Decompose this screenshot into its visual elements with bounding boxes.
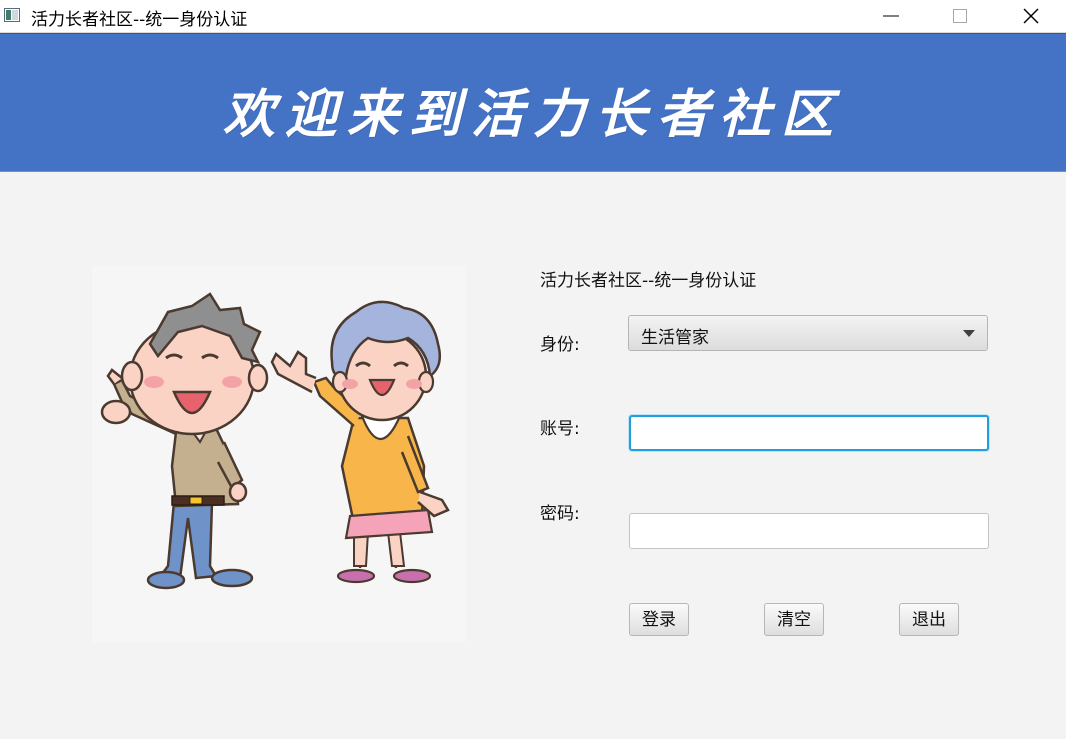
elderly-couple-illustration xyxy=(92,266,466,642)
account-input[interactable] xyxy=(629,415,989,451)
maximize-button[interactable] xyxy=(937,0,983,32)
identity-label: 身份: xyxy=(540,335,580,355)
welcome-banner: 欢迎来到活力长者社区 xyxy=(0,33,1066,172)
title-bar: 活力长者社区--统一身份认证 xyxy=(0,0,1066,33)
elderly-couple-icon xyxy=(100,292,450,590)
maximize-icon xyxy=(953,9,967,23)
banner-title: 欢迎来到活力长者社区 xyxy=(222,84,843,145)
identity-select-value: 生活管家 xyxy=(641,328,709,348)
chevron-down-icon xyxy=(963,330,975,337)
close-button[interactable] xyxy=(1008,0,1054,32)
minimize-button[interactable] xyxy=(868,0,914,32)
app-icon xyxy=(4,8,20,22)
clear-button[interactable]: 清空 xyxy=(764,603,824,636)
password-label: 密码: xyxy=(540,504,580,524)
minimize-icon xyxy=(883,15,899,17)
password-input[interactable] xyxy=(629,513,989,549)
exit-button[interactable]: 退出 xyxy=(899,603,959,636)
login-button[interactable]: 登录 xyxy=(629,603,689,636)
form-title: 活力长者社区--统一身份认证 xyxy=(540,271,757,291)
identity-select[interactable]: 生活管家 xyxy=(628,315,988,351)
account-label: 账号: xyxy=(540,419,580,439)
window-title: 活力长者社区--统一身份认证 xyxy=(31,10,248,30)
close-icon xyxy=(1023,8,1039,24)
